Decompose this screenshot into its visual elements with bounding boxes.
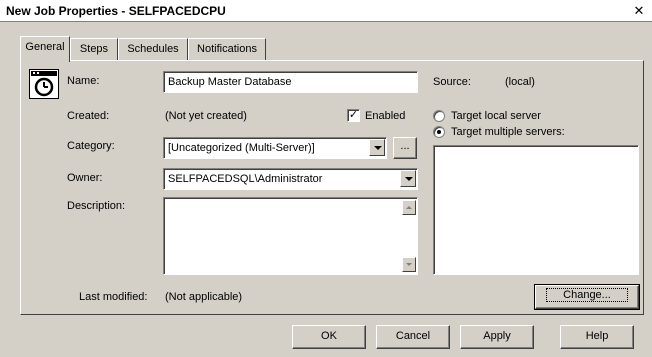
tab-steps-label: Steps	[79, 43, 109, 55]
chevron-down-icon[interactable]	[369, 139, 385, 156]
target-multiple-radio[interactable]	[433, 126, 445, 138]
title-bar: New Job Properties - SELFPACEDCPU ✕	[0, 0, 652, 22]
apply-button[interactable]: Apply	[460, 325, 534, 349]
name-label: Name:	[67, 75, 100, 87]
scroll-up-icon[interactable]	[402, 200, 416, 215]
target-local-label: Target local server	[451, 110, 541, 122]
enabled-checkbox[interactable]: ✓	[347, 109, 360, 122]
owner-label: Owner:	[67, 172, 103, 184]
category-browse-button[interactable]: ...	[393, 137, 417, 159]
clock-icon	[29, 69, 59, 99]
target-multiple-label: Target multiple servers:	[451, 126, 565, 138]
tab-notifications[interactable]: Notifications	[188, 38, 266, 60]
source-label: Source:	[433, 76, 471, 88]
change-button-label: Change...	[546, 288, 628, 302]
change-button[interactable]: Change...	[534, 284, 640, 310]
last-modified-label: Last modified:	[79, 291, 148, 303]
tab-steps[interactable]: Steps	[70, 38, 118, 60]
tab-general[interactable]: General	[20, 36, 70, 62]
category-dropdown[interactable]: [Uncategorized (Multi-Server)]	[163, 137, 387, 159]
general-tab-panel: Name: Backup Master Database Source: (lo…	[20, 60, 644, 315]
category-label: Category:	[67, 140, 115, 152]
owner-dropdown[interactable]: SELFPACEDSQL\Administrator	[163, 168, 418, 190]
window-title: New Job Properties - SELFPACEDCPU	[6, 4, 226, 18]
created-value: (Not yet created)	[165, 110, 247, 122]
category-value: [Uncategorized (Multi-Server)]	[168, 142, 315, 154]
close-icon[interactable]: ✕	[630, 2, 648, 20]
source-value: (local)	[505, 76, 535, 88]
help-button[interactable]: Help	[560, 325, 634, 349]
description-label: Description:	[67, 200, 126, 212]
tab-general-label: General	[25, 41, 65, 53]
tab-notifications-label: Notifications	[197, 43, 257, 55]
created-label: Created:	[67, 110, 110, 122]
description-textarea[interactable]	[163, 197, 418, 275]
name-input[interactable]: Backup Master Database	[163, 71, 418, 93]
cancel-button[interactable]: Cancel	[376, 325, 450, 349]
scroll-down-icon[interactable]	[402, 257, 416, 272]
tab-schedules[interactable]: Schedules	[118, 38, 188, 60]
owner-value: SELFPACEDSQL\Administrator	[168, 173, 323, 185]
target-local-radio[interactable]	[433, 110, 445, 122]
chevron-down-icon[interactable]	[400, 170, 416, 187]
enabled-label: Enabled	[365, 110, 406, 122]
ok-button[interactable]: OK	[292, 325, 366, 349]
target-servers-list[interactable]	[433, 145, 639, 275]
dialog-window: New Job Properties - SELFPACEDCPU ✕ Gene…	[0, 0, 652, 357]
last-modified-value: (Not applicable)	[165, 291, 243, 303]
tab-schedules-label: Schedules	[127, 43, 179, 55]
